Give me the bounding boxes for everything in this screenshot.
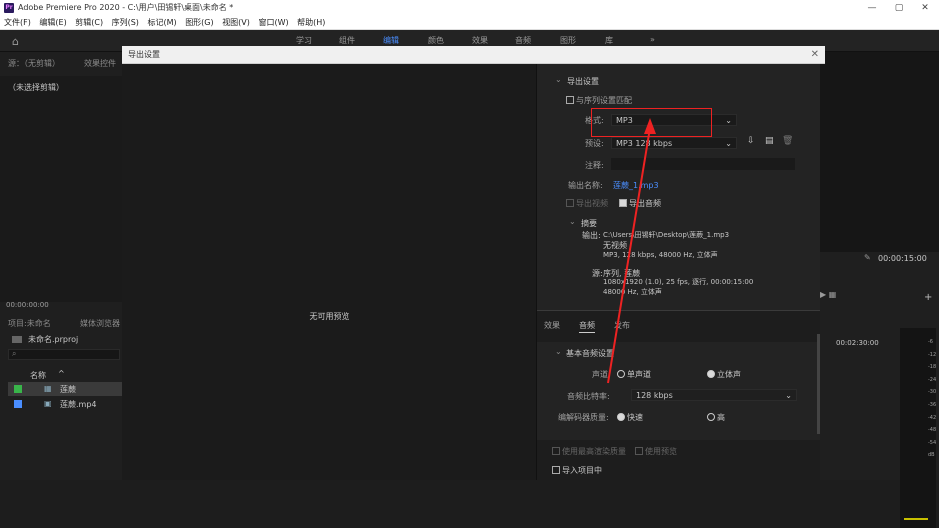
annotation-arrow bbox=[607, 118, 656, 384]
